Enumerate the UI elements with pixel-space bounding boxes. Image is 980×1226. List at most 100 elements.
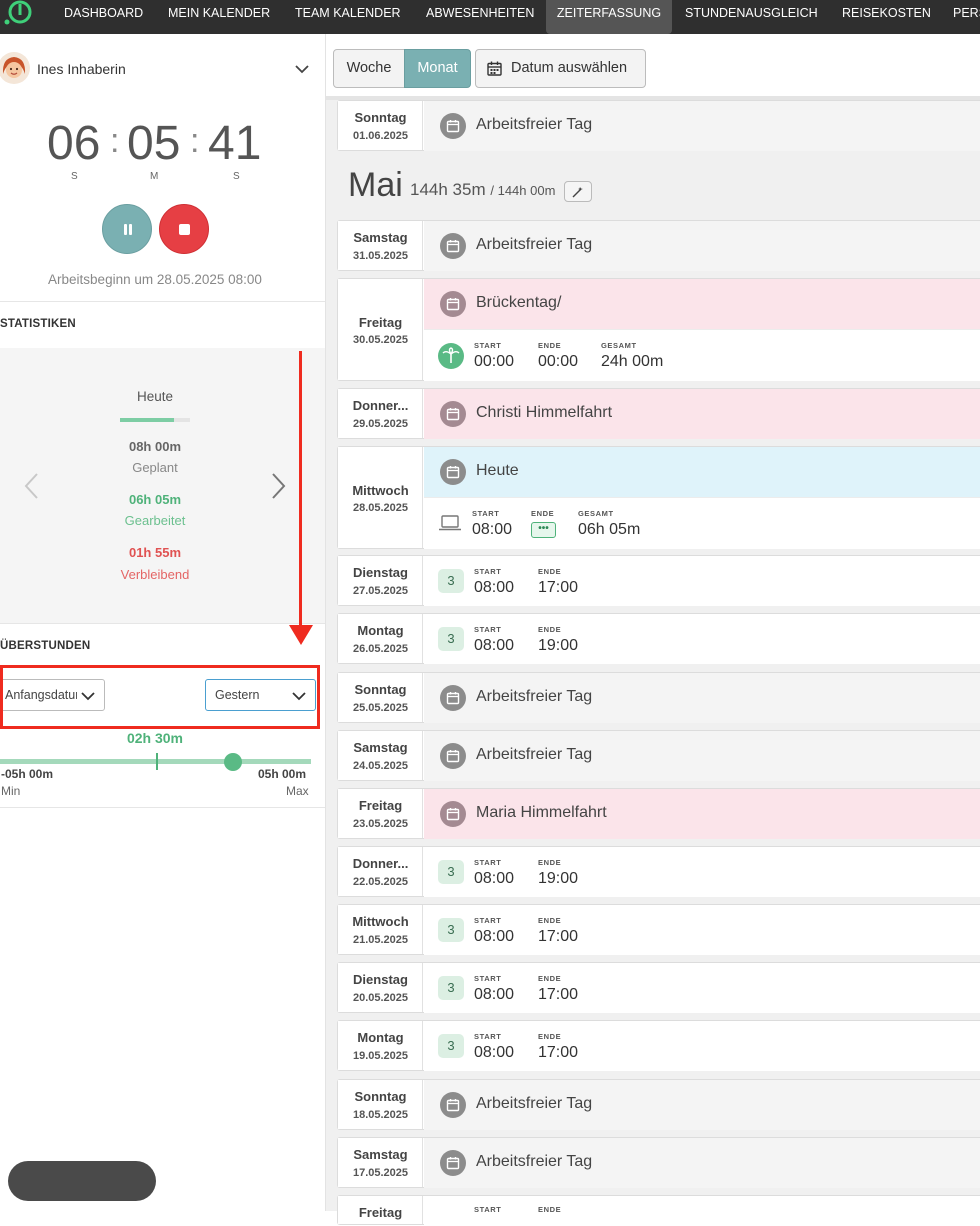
calendar-icon: [440, 233, 466, 259]
start-label: START: [474, 1205, 502, 1214]
planned-value: 08h 00m: [128, 439, 182, 454]
app-logo-icon[interactable]: [2, 0, 34, 28]
nav-stundenausgleich[interactable]: STUNDENAUSGLEICH: [685, 0, 818, 34]
time-entry[interactable]: 3 START 08:00 ENDE 17:00: [424, 1021, 980, 1071]
day-date: 29.05.2025: [352, 418, 409, 430]
month-view-button[interactable]: Monat: [404, 49, 471, 88]
time-entry[interactable]: 3 START 08:00 ENDE 17:00: [424, 556, 980, 606]
start-label: START: [474, 1032, 502, 1041]
day-row[interactable]: Dienstag 20.05.2025 3 START 08:00 ENDE 1…: [337, 962, 980, 1013]
calendar-panel: Woche Monat Datum auswählen Mai 144h 35m…: [326, 34, 980, 1226]
end-label: ENDE: [538, 858, 562, 867]
day-name: Dienstag: [353, 565, 408, 580]
end-label: ENDE: [538, 974, 562, 983]
nav-zeiterfassung[interactable]: ZEITERFASSUNG: [546, 0, 672, 34]
week-view-button[interactable]: Woche: [333, 49, 405, 88]
day-row[interactable]: Donner... 29.05.2025 Christi Himmelfahrt: [337, 388, 980, 439]
month-hours-value: 144h 35m: [410, 180, 486, 199]
nav-mein-kalender[interactable]: MEIN KALENDER: [168, 0, 270, 34]
timer-unit-minutes: M: [150, 171, 159, 182]
day-row[interactable]: Donner... 22.05.2025 3 START 08:00 ENDE …: [337, 846, 980, 897]
day-row[interactable]: Sonntag 01.06.2025 Arbeitsfreier Tag: [337, 100, 980, 151]
start-time: 08:00: [474, 870, 515, 887]
user-selector[interactable]: Ines Inhaberin: [0, 50, 326, 90]
end-time: 00:00: [538, 353, 579, 370]
start-label: START: [472, 509, 500, 518]
nav-dashboard[interactable]: DASHBOARD: [64, 0, 143, 34]
day-row[interactable]: Freitag 30.05.2025 Brückentag/ START 00:…: [337, 278, 980, 381]
time-entry[interactable]: 3 START 08:00 ENDE 17:00: [424, 963, 980, 1013]
day-date-cell: Montag 26.05.2025: [338, 614, 423, 663]
day-date: 28.05.2025: [352, 502, 409, 514]
nav-reisekosten[interactable]: REISEKOSTEN: [842, 0, 931, 34]
day-row[interactable]: Montag 26.05.2025 3 START 08:00 ENDE 19:…: [337, 613, 980, 664]
start-time: 08:00: [474, 1044, 515, 1061]
start-label: START: [474, 567, 502, 576]
floating-help-button[interactable]: [8, 1161, 156, 1201]
date-picker-button[interactable]: Datum auswählen: [475, 49, 646, 88]
time-entry[interactable]: 3 START 08:00 ENDE 19:00: [424, 847, 980, 897]
annotation-highlight-box: [0, 665, 320, 729]
day-date: 17.05.2025: [352, 1167, 409, 1179]
day-row[interactable]: Dienstag 27.05.2025 3 START 08:00 ENDE 1…: [337, 555, 980, 606]
worked-label: Gearbeitet: [124, 513, 186, 528]
day-date: 20.05.2025: [352, 992, 409, 1004]
divider: [0, 301, 326, 302]
day-row[interactable]: Mittwoch 28.05.2025 Heute START 08:00 EN…: [337, 446, 980, 549]
end-label: ENDE: [538, 625, 562, 634]
nav-abwesenheiten[interactable]: ABWESENHEITEN: [426, 0, 534, 34]
chevron-down-icon[interactable]: [295, 64, 309, 74]
start-time: 08:00: [474, 986, 515, 1003]
time-entry[interactable]: START ENDE: [424, 1196, 980, 1226]
day-row[interactable]: Mittwoch 21.05.2025 3 START 08:00 ENDE 1…: [337, 904, 980, 955]
day-date-cell: Mittwoch 21.05.2025: [338, 905, 423, 954]
stats-section-title: STATISTIKEN: [0, 318, 76, 330]
day-name: Mittwoch: [352, 483, 409, 498]
day-date-cell: Freitag 30.05.2025: [338, 279, 423, 380]
day-row[interactable]: Freitag START ENDE: [337, 1195, 980, 1226]
stop-button[interactable]: [159, 204, 209, 254]
end-label: ENDE: [538, 341, 562, 350]
day-row[interactable]: Samstag 17.05.2025 Arbeitsfreier Tag: [337, 1137, 980, 1188]
day-row[interactable]: Samstag 24.05.2025 Arbeitsfreier Tag: [337, 730, 980, 781]
nav-personal[interactable]: PERS: [953, 0, 980, 34]
calendar-icon: [440, 685, 466, 711]
day-date-cell: Freitag 23.05.2025: [338, 789, 423, 838]
calendar-icon: [440, 801, 466, 827]
calendar-icon: [440, 291, 466, 317]
day-date-cell: Montag 19.05.2025: [338, 1021, 423, 1070]
day-row[interactable]: Sonntag 25.05.2025 Arbeitsfreier Tag: [337, 672, 980, 723]
day-event-text: Maria Himmelfahrt: [476, 804, 607, 821]
day-name: Sonntag: [354, 110, 407, 125]
day-date: 23.05.2025: [352, 818, 409, 830]
end-time: 17:00: [538, 579, 579, 596]
running-indicator[interactable]: •••: [531, 522, 556, 538]
day-row[interactable]: Sonntag 18.05.2025 Arbeitsfreier Tag: [337, 1079, 980, 1130]
entry-count-badge: 3: [438, 569, 464, 593]
day-event-band: Arbeitsfreier Tag: [424, 1138, 980, 1188]
timer-unit-hours: S: [71, 171, 78, 182]
pause-button[interactable]: [102, 204, 152, 254]
time-entry[interactable]: 3 START 08:00 ENDE 17:00: [424, 905, 980, 955]
nav-team-kalender[interactable]: TEAM KALENDER: [295, 0, 401, 34]
day-date: 18.05.2025: [352, 1109, 409, 1121]
annotation-arrow-head: [289, 625, 313, 645]
planned-label: Geplant: [132, 460, 178, 475]
day-row[interactable]: Freitag 23.05.2025 Maria Himmelfahrt: [337, 788, 980, 839]
time-entry[interactable]: START 00:00 ENDE 00:00 GESAMT 24h 00m: [424, 329, 980, 381]
overtime-slider-knob[interactable]: [224, 753, 243, 771]
auto-fill-button[interactable]: [564, 181, 592, 202]
day-date: 22.05.2025: [352, 876, 409, 888]
overtime-max-value: 05h 00m: [258, 767, 307, 781]
day-row[interactable]: Samstag 31.05.2025 Arbeitsfreier Tag: [337, 220, 980, 271]
time-entry[interactable]: 3 START 08:00 ENDE 19:00: [424, 614, 980, 664]
day-row[interactable]: Montag 19.05.2025 3 START 08:00 ENDE 17:…: [337, 1020, 980, 1071]
day-name: Donner...: [352, 398, 409, 413]
day-event-band: Christi Himmelfahrt: [424, 389, 980, 439]
laptop-icon: [439, 515, 461, 531]
day-date-cell: Dienstag 27.05.2025: [338, 556, 423, 605]
time-entry[interactable]: START 08:00 ENDE ••• GESAMT 06h 05m: [424, 497, 980, 549]
day-event-text: Arbeitsfreier Tag: [476, 1153, 593, 1170]
day-date: 26.05.2025: [352, 643, 409, 655]
date-picker-label: Datum auswählen: [511, 60, 628, 76]
